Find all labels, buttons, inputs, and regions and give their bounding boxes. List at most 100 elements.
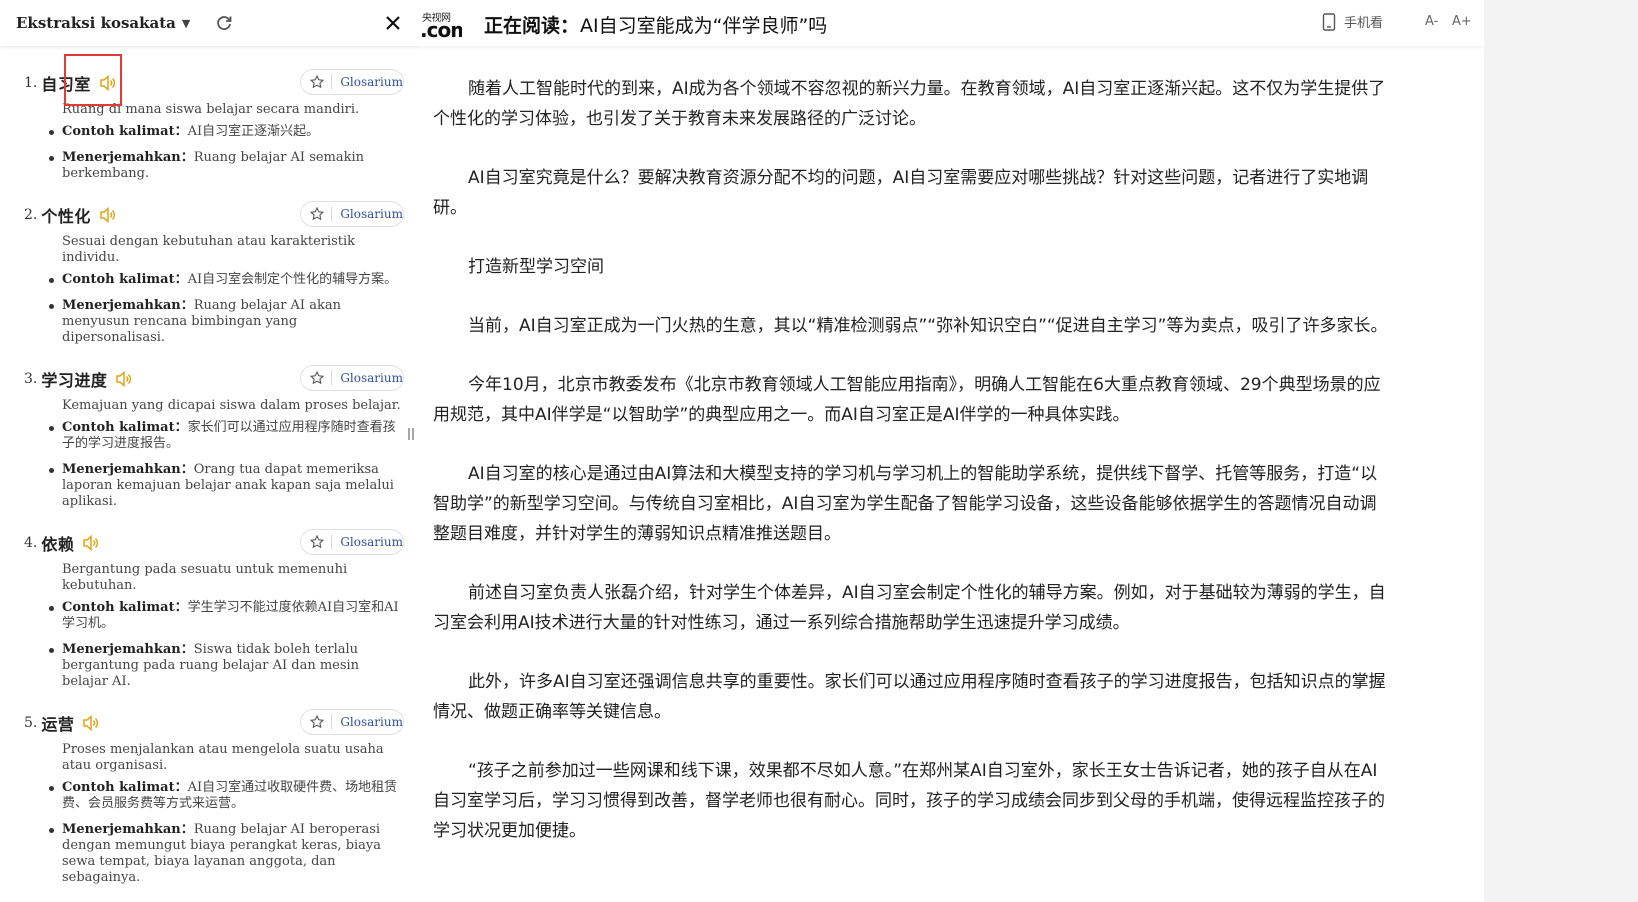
font-smaller-button[interactable]: A-: [1425, 14, 1438, 29]
vocab-definition: Kemajuan yang dicapai siswa dalam proses…: [62, 398, 401, 413]
vocab-word: 依赖: [41, 535, 75, 554]
resize-handle-icon[interactable]: [405, 424, 417, 444]
phone-view-button[interactable]: 手机看: [1322, 12, 1383, 31]
entry-number: 1.: [24, 75, 38, 91]
logo-domain: .com: [422, 18, 462, 40]
glossary-label: Glosarium: [340, 715, 403, 729]
divider: [331, 715, 333, 729]
vocab-definition: Sesuai dengan kebutuhan atau karakterist…: [62, 234, 356, 265]
divider: [331, 535, 333, 549]
phone-icon: [1322, 12, 1336, 31]
entry-number: 2.: [24, 207, 38, 223]
vocabulary-list: 1. 自习室 Glosarium Ruang di mana siswa bel…: [0, 46, 422, 886]
vocab-details: Contoh kalimat：AI自习室通过收取硬件费、场地租赁费、会员服务费等…: [24, 780, 404, 886]
vocab-entry: 1. 自习室 Glosarium Ruang di mana siswa bel…: [0, 68, 422, 182]
entry-number: 3.: [24, 371, 38, 387]
vocab-definition: Ruang di mana siswa belajar secara mandi…: [62, 102, 360, 117]
vocab-details: Contoh kalimat：学生学习不能过度依赖AI自习室和AI学习机。 Me…: [24, 600, 404, 690]
divider: [331, 75, 333, 89]
glossary-label: Glosarium: [340, 207, 403, 221]
vocab-word: 自习室: [41, 75, 91, 94]
article-paragraph: “孩子之前参加过一些网课和线下课，效果都不尽如人意。”在郑州某AI自习室外，家长…: [433, 761, 1385, 841]
vocab-details: Contoh kalimat：AI自习室正逐渐兴起。 Menerjemahkan…: [24, 124, 404, 182]
speaker-icon[interactable]: [82, 714, 100, 732]
translation-item: Menerjemahkan：Ruang belajar AI beroperas…: [49, 822, 404, 886]
star-icon: [310, 74, 324, 90]
article-body: 随着人工智能时代的到来，AI成为各个领域不容忽视的新兴力量。在教育领域，AI自习…: [422, 46, 1393, 846]
article-paragraph: 今年10月，北京市教委发布《北京市教育领域人工智能应用指南》，明确人工智能在6大…: [433, 375, 1381, 425]
vocab-entry: 3. 学习进度 Glosarium Kemajuan yang dicapai …: [0, 364, 422, 510]
section-heading: 打造新型学习空间: [468, 257, 604, 277]
glossary-label: Glosarium: [340, 371, 403, 385]
vocab-entry: 2. 个性化 Glosarium Sesuai dengan kebutuhan…: [0, 200, 422, 346]
glossary-button[interactable]: Glosarium: [300, 69, 404, 95]
translation-item: Menerjemahkan：Ruang belajar AI akan meny…: [49, 298, 404, 346]
article-paragraph: AI自习室的核心是通过由AI算法和大模型支持的学习机与学习机上的智能助学系统，提…: [433, 464, 1378, 544]
example-item: Contoh kalimat：学生学习不能过度依赖AI自习室和AI学习机。: [49, 600, 404, 632]
star-icon: [310, 534, 324, 550]
close-icon[interactable]: [382, 12, 404, 34]
panel-title[interactable]: Ekstraksi kosakata: [16, 14, 176, 32]
article-paragraph: 前述自习室负责人张磊介绍，针对学生个体差异，AI自习室会制定个性化的辅导方案。例…: [433, 583, 1386, 633]
reader-header: 央视网 .com 正在阅读： AI自习室能成为“伴学良师”吗 手机看 A- A+: [422, 0, 1484, 46]
article-reader: 央视网 .com 正在阅读： AI自习室能成为“伴学良师”吗 手机看 A- A+…: [422, 0, 1484, 902]
translation-item: Menerjemahkan：Siswa tidak boleh terlalu …: [49, 642, 404, 690]
article-paragraph: AI自习室究竟是什么？要解决教育资源分配不均的问题，AI自习室需要应对哪些挑战？…: [433, 168, 1369, 218]
example-label: Contoh kalimat: [62, 780, 175, 795]
star-icon: [310, 206, 324, 222]
example-item: Contoh kalimat：家长们可以通过应用程序随时查看孩子的学习进度报告。: [49, 420, 404, 452]
phone-view-label: 手机看: [1344, 16, 1384, 31]
vocab-word: 运营: [41, 715, 75, 734]
example-item: Contoh kalimat：AI自习室正逐渐兴起。: [49, 124, 404, 140]
glossary-label: Glosarium: [340, 535, 403, 549]
article-title: AI自习室能成为“伴学良师”吗: [580, 15, 828, 37]
glossary-button[interactable]: Glosarium: [300, 529, 404, 555]
vocab-word: 个性化: [41, 207, 91, 226]
vocab-details: Contoh kalimat：家长们可以通过应用程序随时查看孩子的学习进度报告。…: [24, 420, 404, 510]
site-logo[interactable]: 央视网 .com: [422, 6, 462, 40]
divider: [331, 207, 333, 221]
reading-label: 正在阅读：: [484, 15, 580, 37]
glossary-button[interactable]: Glosarium: [300, 365, 404, 391]
article-paragraph: 随着人工智能时代的到来，AI成为各个领域不容忽视的新兴力量。在教育领域，AI自习…: [433, 79, 1386, 129]
dropdown-caret-icon[interactable]: ▼: [182, 17, 190, 30]
panel-header: Ekstraksi kosakata ▼: [0, 0, 422, 46]
vocab-definition: Bergantung pada sesuatu untuk memenuhi k…: [62, 562, 348, 593]
glossary-button[interactable]: Glosarium: [300, 709, 404, 735]
refresh-icon[interactable]: [214, 13, 234, 33]
star-icon: [310, 370, 324, 386]
translate-label: Menerjemahkan: [62, 462, 181, 477]
translation-item: Menerjemahkan：Orang tua dapat memeriksa …: [49, 462, 404, 510]
speaker-icon[interactable]: [115, 370, 133, 388]
vocab-definition: Proses menjalankan atau mengelola suatu …: [62, 742, 384, 773]
speaker-icon[interactable]: [99, 74, 117, 92]
translate-label: Menerjemahkan: [62, 822, 181, 837]
entry-number: 5.: [24, 715, 38, 731]
translate-label: Menerjemahkan: [62, 298, 181, 313]
font-larger-button[interactable]: A+: [1452, 14, 1472, 29]
example-item: Contoh kalimat：AI自习室通过收取硬件费、场地租赁费、会员服务费等…: [49, 780, 404, 812]
example-label: Contoh kalimat: [62, 272, 175, 287]
example-sentence: AI自习室正逐渐兴起。: [187, 124, 320, 139]
speaker-icon[interactable]: [99, 206, 117, 224]
example-sentence: AI自习室会制定个性化的辅导方案。: [187, 272, 398, 287]
vocab-details: Contoh kalimat：AI自习室会制定个性化的辅导方案。 Menerje…: [24, 272, 404, 346]
example-label: Contoh kalimat: [62, 124, 175, 139]
example-label: Contoh kalimat: [62, 420, 175, 435]
vocabulary-panel: Ekstraksi kosakata ▼ 1. 自习室 Glosarium Ru…: [0, 0, 422, 902]
article-paragraph: 此外，许多AI自习室还强调信息共享的重要性。家长们可以通过应用程序随时查看孩子的…: [433, 672, 1386, 722]
vocab-entry: 5. 运营 Glosarium Proses menjalankan atau …: [0, 708, 422, 886]
example-label: Contoh kalimat: [62, 600, 175, 615]
star-icon: [310, 714, 324, 730]
glossary-button[interactable]: Glosarium: [300, 201, 404, 227]
entry-number: 4.: [24, 535, 38, 551]
article-paragraph: 当前，AI自习室正成为一门火热的生意，其以“精准检测弱点”“弥补知识空白”“促进…: [468, 316, 1388, 336]
translate-label: Menerjemahkan: [62, 150, 181, 165]
translation-item: Menerjemahkan：Ruang belajar AI semakin b…: [49, 150, 404, 182]
vocab-entry: 4. 依赖 Glosarium Bergantung pada sesuatu …: [0, 528, 422, 690]
glossary-label: Glosarium: [340, 75, 403, 89]
divider: [331, 371, 333, 385]
vocab-word: 学习进度: [41, 371, 108, 390]
example-item: Contoh kalimat：AI自习室会制定个性化的辅导方案。: [49, 272, 404, 288]
speaker-icon[interactable]: [82, 534, 100, 552]
